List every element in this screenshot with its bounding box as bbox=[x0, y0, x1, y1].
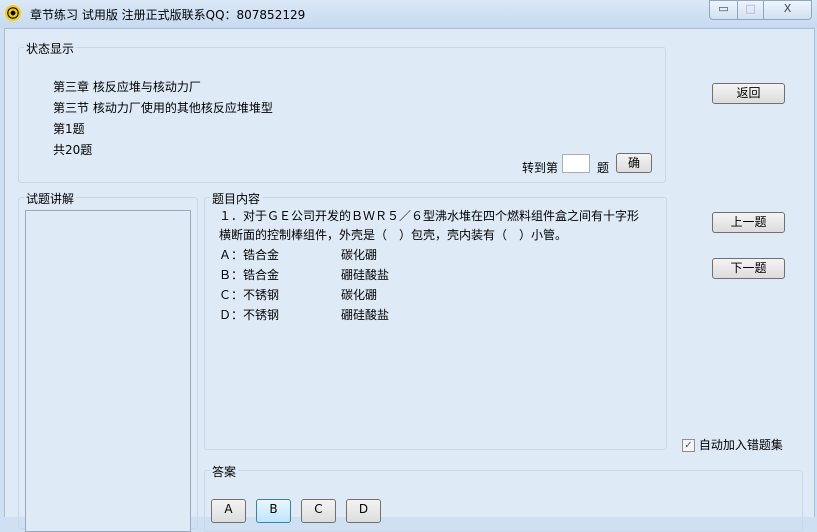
option-c: Ｃ：不锈钢 碳化硼 bbox=[219, 286, 377, 303]
option-part-1: 锆合金 bbox=[243, 248, 280, 262]
radiation-icon bbox=[5, 5, 21, 21]
question-line-2: 横断面的控制棒组件，外壳是（ ）包壳，壳内装有（ ）小管。 bbox=[219, 228, 568, 242]
option-part-2: 硼硅酸盐 bbox=[341, 268, 390, 282]
question-number: 第1题 bbox=[53, 122, 85, 136]
option-key: Ｄ： bbox=[219, 308, 244, 322]
option-part-1: 不锈钢 bbox=[243, 308, 280, 322]
option-d: Ｄ：不锈钢 硼硅酸盐 bbox=[219, 306, 389, 323]
goto-confirm-button[interactable]: 确 bbox=[616, 153, 652, 173]
auto-wrong-checkbox[interactable]: ✓ 自动加入错题集 bbox=[682, 436, 783, 453]
goto-input[interactable] bbox=[562, 154, 590, 173]
status-group-label: 状态显示 bbox=[24, 40, 77, 57]
explanation-group-label: 试题讲解 bbox=[24, 190, 77, 207]
back-button[interactable]: 返回 bbox=[712, 83, 785, 104]
goto-suffix: 题 bbox=[597, 161, 610, 175]
close-button[interactable]: X bbox=[763, 0, 812, 20]
answer-c-button[interactable]: C bbox=[301, 499, 336, 523]
status-group: 状态显示 第三章 核反应堆与核动力厂 第三节 核动力厂使用的其他核反应堆堆型 第… bbox=[18, 40, 666, 183]
explanation-group: 试题讲解 bbox=[18, 190, 198, 532]
auto-wrong-label: 自动加入错题集 bbox=[698, 438, 783, 452]
option-part-1: 锆合金 bbox=[243, 268, 280, 282]
option-key: Ｂ： bbox=[219, 268, 244, 282]
option-a: Ａ：锆合金 碳化硼 bbox=[219, 246, 377, 263]
checkbox-check-icon[interactable]: ✓ bbox=[682, 439, 695, 452]
maximize-button[interactable]: □ bbox=[737, 0, 764, 20]
question-group-label: 题目内容 bbox=[210, 190, 263, 207]
explanation-textbox[interactable] bbox=[25, 210, 191, 532]
answer-d-button[interactable]: D bbox=[346, 499, 381, 523]
option-b: Ｂ：锆合金 硼硅酸盐 bbox=[219, 266, 389, 283]
question-group: 题目内容 １．对于ＧＥ公司开发的ＢＷＲ５／６型沸水堆在四个燃料组件盒之间有十字形… bbox=[204, 190, 667, 450]
answer-group: 答案 A B C D bbox=[204, 463, 803, 532]
answer-b-button[interactable]: B bbox=[256, 499, 291, 523]
option-key: Ｃ： bbox=[219, 288, 244, 302]
goto-prefix: 转到第 bbox=[522, 161, 559, 175]
minimize-button[interactable]: ▭ bbox=[709, 0, 738, 20]
chapter-text: 第三章 核反应堆与核动力厂 bbox=[53, 80, 201, 94]
answer-group-label: 答案 bbox=[210, 463, 239, 480]
prev-question-button[interactable]: 上一题 bbox=[712, 212, 785, 233]
option-part-1: 不锈钢 bbox=[243, 288, 280, 302]
option-part-2: 碳化硼 bbox=[341, 248, 378, 262]
option-part-2: 碳化硼 bbox=[341, 288, 378, 302]
next-question-button[interactable]: 下一题 bbox=[712, 258, 785, 279]
option-part-2: 硼硅酸盐 bbox=[341, 308, 390, 322]
title-bar: 章节练习 试用版 注册正式版联系QQ：807852129 ▭ □ X bbox=[0, 0, 817, 28]
question-total: 共20题 bbox=[53, 143, 93, 157]
option-key: Ａ： bbox=[219, 248, 244, 262]
answer-a-button[interactable]: A bbox=[211, 499, 246, 523]
window-title: 章节练习 试用版 注册正式版联系QQ：807852129 bbox=[30, 8, 306, 22]
question-line-1: １．对于ＧＥ公司开发的ＢＷＲ５／６型沸水堆在四个燃料组件盒之间有十字形 bbox=[219, 209, 640, 223]
section-text: 第三节 核动力厂使用的其他核反应堆堆型 bbox=[53, 101, 273, 115]
